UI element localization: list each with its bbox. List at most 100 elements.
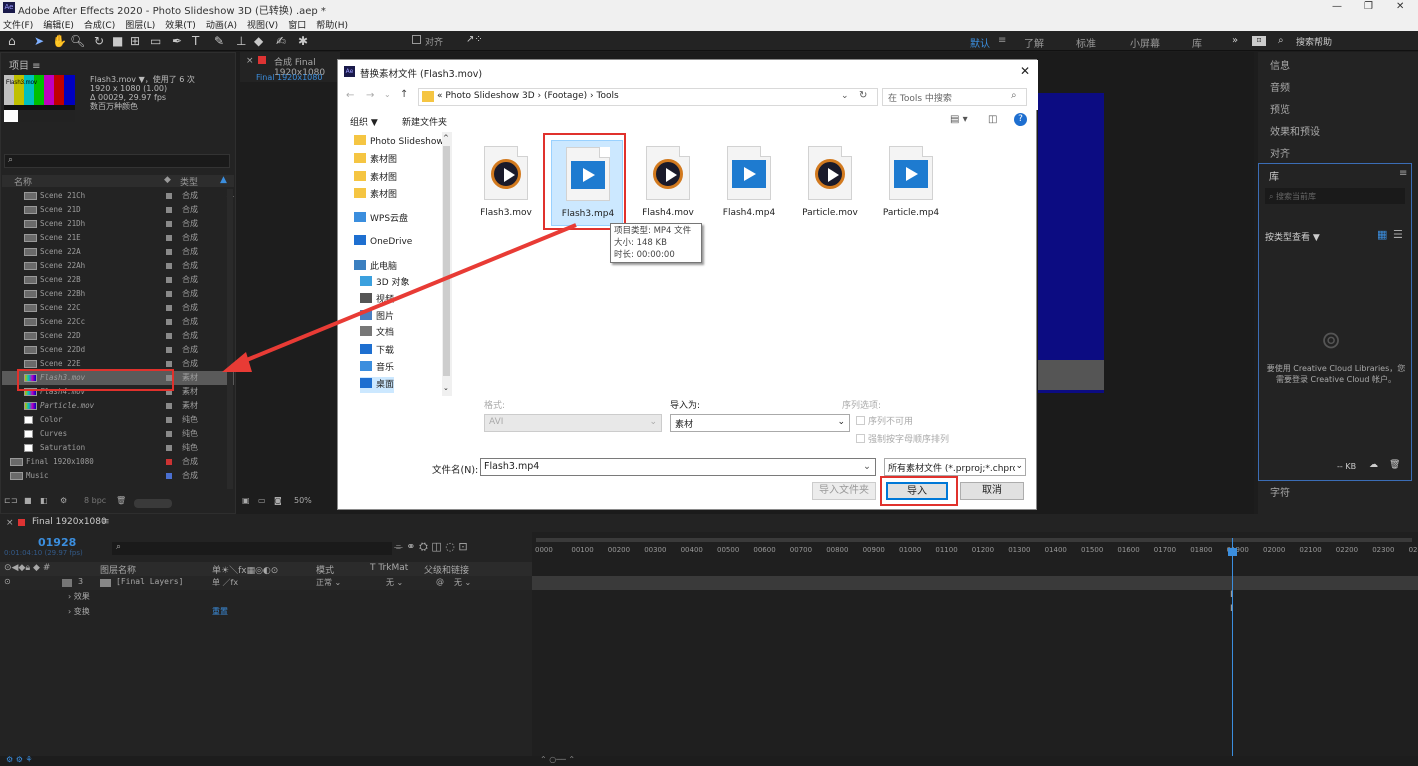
- refresh-icon[interactable]: ↻: [859, 90, 867, 101]
- playhead-handle[interactable]: [1228, 548, 1237, 556]
- path-segment-3[interactable]: Tools: [597, 91, 619, 101]
- label-color[interactable]: [166, 305, 172, 311]
- nav-scroll-thumb[interactable]: [443, 146, 450, 376]
- file-item[interactable]: Flash3.mov: [470, 140, 542, 226]
- current-timecode[interactable]: 01928: [38, 536, 76, 549]
- menu-item[interactable]: 文件(F): [3, 21, 33, 31]
- menu-item[interactable]: 视图(V): [247, 21, 278, 31]
- cancel-button[interactable]: 取消: [960, 482, 1024, 500]
- nav-item[interactable]: 文档: [360, 325, 394, 341]
- zoom-tool-icon[interactable]: 🔍︎: [70, 34, 85, 48]
- up-icon[interactable]: ↑: [400, 89, 408, 100]
- comp-subtab[interactable]: Final 1920x1080: [256, 73, 322, 82]
- label-color[interactable]: [166, 417, 172, 423]
- label-color[interactable]: [166, 207, 172, 213]
- label-color[interactable]: [166, 403, 172, 409]
- hand-tool-icon[interactable]: ✋: [52, 34, 67, 48]
- menu-item[interactable]: 效果(T): [165, 21, 196, 31]
- nav-scroll-down-icon[interactable]: ⌄: [443, 384, 449, 392]
- label-color[interactable]: [166, 221, 172, 227]
- nav-item[interactable]: 3D 对象: [360, 275, 410, 291]
- eraser-tool-icon[interactable]: ◆: [254, 34, 263, 48]
- library-title[interactable]: 库: [1269, 168, 1279, 183]
- project-item[interactable]: Scene 21Ch 合成: [2, 189, 234, 203]
- layer-switches-icon[interactable]: 单☀＼fx▦◎◐⊙: [212, 563, 278, 576]
- workspace-default[interactable]: 默认: [970, 35, 990, 50]
- view-options-icon[interactable]: ▤ ▾: [950, 114, 968, 125]
- project-item[interactable]: Scene 22E 合成: [2, 357, 234, 371]
- label-color[interactable]: [166, 319, 172, 325]
- monitor-icon[interactable]: ▭: [258, 496, 266, 505]
- file-item[interactable]: Flash4.mov: [632, 140, 704, 226]
- col-name[interactable]: 名称: [14, 175, 32, 188]
- layer-label-color[interactable]: [62, 579, 72, 587]
- file-item[interactable]: Particle.mov: [794, 140, 866, 226]
- time-ruler[interactable]: 0000 00100 00200 00300 00400 00500 00600 00700 0…: [535, 538, 1418, 560]
- transform-group[interactable]: › 变换: [68, 606, 90, 617]
- panel-effects[interactable]: 效果和预设: [1270, 123, 1320, 138]
- sync-icon[interactable]: ☁: [1369, 460, 1378, 470]
- layer-name[interactable]: [Final Layers]: [116, 577, 183, 586]
- workspace-menu-icon[interactable]: ≡: [998, 35, 1006, 46]
- import-folder-button[interactable]: 导入文件夹: [812, 482, 876, 500]
- timeline-switches-icons[interactable]: ⌯ ⚭ ⛭ ◫ ◌ ⊡: [394, 540, 468, 554]
- selection-tool-icon[interactable]: ➤: [34, 34, 44, 48]
- nav-item[interactable]: 音乐: [360, 360, 394, 376]
- forward-icon[interactable]: →: [366, 90, 374, 101]
- more-workspaces-icon[interactable]: »: [1232, 35, 1238, 46]
- project-item[interactable]: Scene 22Bh 合成: [2, 287, 234, 301]
- reset-link[interactable]: 重置: [212, 606, 228, 617]
- project-item[interactable]: Curves 纯色: [2, 427, 234, 441]
- path-segment-1[interactable]: Photo Slideshow 3D: [445, 91, 534, 101]
- rectangle-tool-icon[interactable]: ▭: [150, 34, 161, 48]
- label-color[interactable]: [166, 375, 172, 381]
- label-color[interactable]: [166, 361, 172, 367]
- path-dropdown-icon[interactable]: ⌄: [841, 91, 849, 101]
- nav-item[interactable]: 桌面: [360, 377, 395, 393]
- align-checkbox[interactable]: [412, 35, 421, 44]
- path-box[interactable]: « Photo Slideshow 3D › (Footage) › Tools…: [418, 88, 878, 106]
- label-color[interactable]: [166, 249, 172, 255]
- col-type[interactable]: 类型: [180, 175, 198, 188]
- label-color[interactable]: [166, 193, 172, 199]
- timeline-tab[interactable]: Final 1920x1080: [32, 517, 107, 527]
- timeline-menu-icon[interactable]: ≡: [102, 517, 110, 527]
- nav-item[interactable]: 素材图: [354, 152, 397, 168]
- menu-item[interactable]: 窗口: [288, 21, 306, 31]
- workspace-standard[interactable]: 标准: [1076, 35, 1096, 50]
- panel-audio[interactable]: 音频: [1270, 79, 1290, 94]
- nav-item[interactable]: 素材图: [354, 170, 397, 186]
- panel-align[interactable]: 对齐: [1270, 145, 1290, 160]
- minimize-icon[interactable]: —: [1332, 1, 1342, 12]
- nav-scrollbar[interactable]: ^ ⌄: [442, 132, 452, 396]
- new-folder-icon[interactable]: ■: [24, 496, 32, 505]
- layer-parent-select[interactable]: 无 ⌄: [454, 577, 471, 588]
- label-color[interactable]: [166, 389, 172, 395]
- grid-view-icon[interactable]: ▦: [1377, 228, 1387, 241]
- menu-item[interactable]: 合成(C): [84, 21, 115, 31]
- nav-item[interactable]: Photo Slideshow: [354, 135, 444, 151]
- layer-track-bar[interactable]: [532, 576, 1418, 590]
- project-item[interactable]: Scene 22Ah 合成: [2, 259, 234, 273]
- zoom-slider-icon[interactable]: ⌃ ○── ⌃: [540, 755, 575, 764]
- preview-pane-icon[interactable]: ◫: [988, 114, 997, 125]
- folder-search-input[interactable]: 在 Tools 中搜索 ⌕: [882, 88, 1027, 106]
- project-item[interactable]: Scene 22Cc 合成: [2, 315, 234, 329]
- project-item[interactable]: Scene 21Dh 合成: [2, 217, 234, 231]
- layer-switches[interactable]: 单 ／fx: [212, 577, 238, 588]
- file-item[interactable]: Flash4.mp4: [713, 140, 785, 226]
- roto-brush-tool-icon[interactable]: ✍: [276, 34, 286, 48]
- trash-icon[interactable]: 🗑︎: [116, 496, 126, 505]
- project-item[interactable]: Color 纯色: [2, 413, 234, 427]
- av-switches-icon[interactable]: ⊙◀◆🔒︎ ◆ #: [4, 563, 50, 573]
- label-col-icon[interactable]: ◆: [164, 175, 171, 185]
- always-preview-icon[interactable]: ▣: [242, 496, 250, 505]
- puppet-tool-icon[interactable]: ✱: [298, 34, 308, 48]
- organize-menu[interactable]: 组织 ▼: [350, 115, 378, 128]
- timeline-graph[interactable]: I I: [532, 532, 1418, 766]
- menu-item[interactable]: 帮助(H): [316, 21, 348, 31]
- project-item[interactable]: Music 合成: [2, 469, 234, 483]
- layer-row[interactable]: ⊙ 3 [Final Layers] 单 ／fx 正常 ⌄ 无 ⌄ @ 无 ⌄: [0, 576, 532, 590]
- layer-mode-select[interactable]: 正常 ⌄: [316, 577, 341, 588]
- new-comp-icon[interactable]: ◧: [40, 496, 48, 505]
